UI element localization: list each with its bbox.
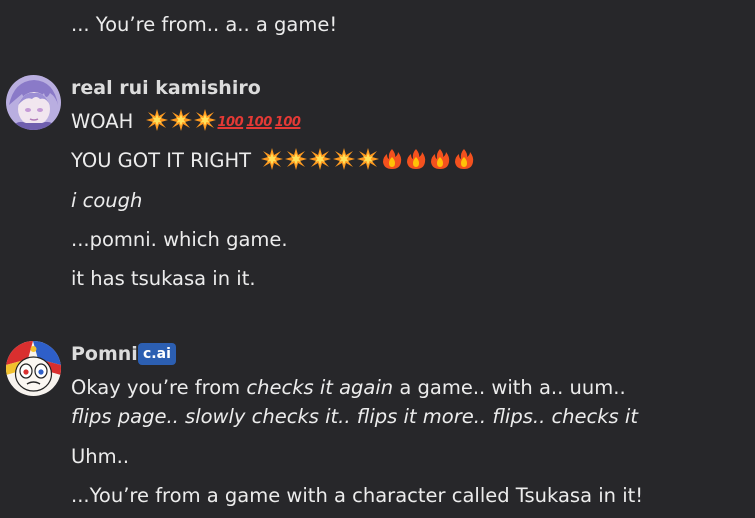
avatar-pomni-image <box>6 341 61 396</box>
message-text: WOAH 100 100 100 <box>71 109 303 136</box>
hundred-points-icon: 100 <box>217 115 244 130</box>
avatar-rui-image <box>6 75 61 130</box>
ai-badge: c.ai <box>138 343 176 365</box>
message-line-text: WOAH <box>71 110 134 133</box>
message-action-text: checks it again <box>246 376 394 399</box>
message-text: ...You’re from a game with a character c… <box>71 484 644 507</box>
message-line-text: Okay you’re from <box>71 376 247 399</box>
message-line-text: a game.. with a.. uum.. <box>393 376 626 399</box>
author-name[interactable]: Pomni <box>71 341 138 367</box>
message-text: it has tsukasa in it. <box>71 267 256 290</box>
emoji-row <box>261 148 477 172</box>
collision-emoji-icon <box>285 148 308 170</box>
avatar[interactable] <box>6 341 61 396</box>
hundred-points-icon: 100 <box>274 115 301 130</box>
message-text: flips page.. slowly checks it.. flips it… <box>71 405 638 428</box>
author-name[interactable]: real rui kamishiro <box>71 75 261 101</box>
hundred-points-icon: 100 <box>246 115 272 130</box>
collision-emoji-icon <box>333 148 356 170</box>
message-text: Okay you’re from checks it again a game.… <box>71 375 626 401</box>
fire-emoji-icon <box>455 149 474 169</box>
message-text: Uhm.. <box>71 445 130 468</box>
collision-emoji-icon <box>357 148 380 170</box>
emoji-row: 100 100 100 <box>145 109 304 133</box>
collision-emoji-icon <box>193 109 216 131</box>
fire-emoji-icon <box>407 149 426 169</box>
avatar[interactable] <box>6 75 61 130</box>
collision-emoji-icon <box>169 109 192 131</box>
message-text: YOU GOT IT RIGHT <box>71 148 477 174</box>
collision-emoji-icon <box>309 148 332 170</box>
chat-log: ... You’re from.. a.. a game! real rui k… <box>0 0 755 518</box>
collision-emoji-icon <box>261 148 284 170</box>
fire-emoji-icon <box>431 149 450 169</box>
message-text: i cough <box>71 189 143 212</box>
message-line-text: YOU GOT IT RIGHT <box>71 149 252 172</box>
fire-emoji-icon <box>383 149 402 169</box>
message-text: ...pomni. which game. <box>71 228 288 251</box>
message-text: ... You’re from.. a.. a game! <box>71 13 338 36</box>
collision-emoji-icon <box>145 109 168 131</box>
